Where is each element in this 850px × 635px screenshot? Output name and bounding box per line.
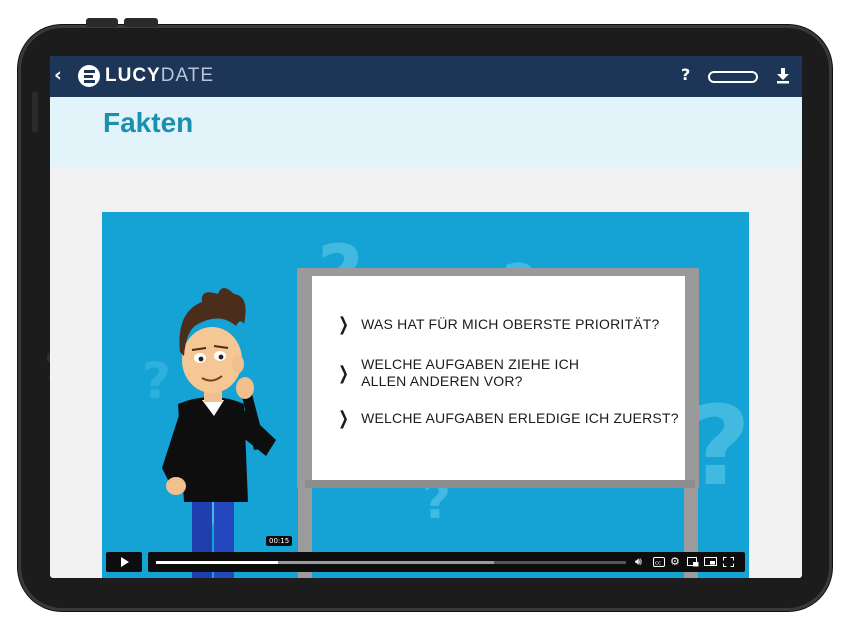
section-header: Fakten xyxy=(50,97,802,167)
app-screen: ‹ LUCYDATE ? Fakten ? ? ? ? ? ? ❯ WAS HA… xyxy=(50,56,802,578)
fullscreen-icon[interactable] xyxy=(723,557,734,567)
settings-icon[interactable]: ⚙ xyxy=(670,555,680,569)
cast-icon[interactable] xyxy=(704,557,717,567)
control-bar: 00:15 🔊︎ cc ⚙ xyxy=(148,536,745,572)
app-topbar: ‹ LUCYDATE ? xyxy=(50,56,802,97)
bullet-line: WELCHE AUFGABEN ERLEDIGE ICH ZUERST? xyxy=(361,410,679,426)
volume-icon[interactable]: 🔊︎ xyxy=(635,555,642,569)
tablet-top-button xyxy=(124,18,158,27)
whiteboard-bullet: ❯ WAS HAT FÜR MICH OBERSTE PRIORITÄT? xyxy=(336,316,660,334)
captions-icon[interactable]: cc xyxy=(653,557,665,567)
bullet-line: ALLEN ANDEREN VOR? xyxy=(361,373,523,389)
brand-name-bold: LUCY xyxy=(105,65,161,86)
lucydate-logo-icon xyxy=(78,65,100,87)
back-chevron-icon[interactable]: ‹ xyxy=(54,64,62,86)
tablet-top-button xyxy=(86,18,118,27)
picture-in-picture-icon[interactable] xyxy=(687,557,699,567)
whiteboard-bullet: ❯ WELCHE AUFGABEN ERLEDIGE ICH ZUERST? xyxy=(336,410,679,428)
time-tooltip: 00:15 xyxy=(266,536,293,546)
brand-name: LUCYDATE xyxy=(105,65,214,87)
seek-played xyxy=(156,561,279,564)
help-icon[interactable]: ? xyxy=(681,65,690,84)
download-icon[interactable] xyxy=(774,65,792,85)
video-player[interactable]: ? ? ? ? ? ? ❯ WAS HAT FÜR MICH OBERSTE P… xyxy=(102,212,749,578)
whiteboard-bullet: ❯ WELCHE AUFGABEN ZIEHE ICH ALLEN ANDERE… xyxy=(336,356,579,390)
seek-bar[interactable] xyxy=(156,561,626,564)
app-logo[interactable]: LUCYDATE xyxy=(78,64,214,88)
page-title: Fakten xyxy=(103,107,194,138)
tablet-side-button xyxy=(32,91,38,133)
whiteboard-ledge xyxy=(305,480,695,488)
play-button[interactable] xyxy=(106,552,142,572)
svg-text:cc: cc xyxy=(655,561,661,567)
presenter-illustration xyxy=(162,288,276,578)
brand-name-light: DATE xyxy=(160,65,214,86)
bullet-arrow-icon: ❯ xyxy=(338,363,349,384)
bullet-arrow-icon: ❯ xyxy=(338,408,349,429)
bullet-arrow-icon: ❯ xyxy=(338,314,349,335)
video-controls: 00:15 🔊︎ cc ⚙ xyxy=(102,536,749,578)
bullet-line: WAS HAT FÜR MICH OBERSTE PRIORITÄT? xyxy=(361,316,660,332)
play-icon xyxy=(121,557,129,567)
bullet-line: WELCHE AUFGABEN ZIEHE ICH xyxy=(361,356,580,372)
course-progress-bar xyxy=(708,71,758,83)
